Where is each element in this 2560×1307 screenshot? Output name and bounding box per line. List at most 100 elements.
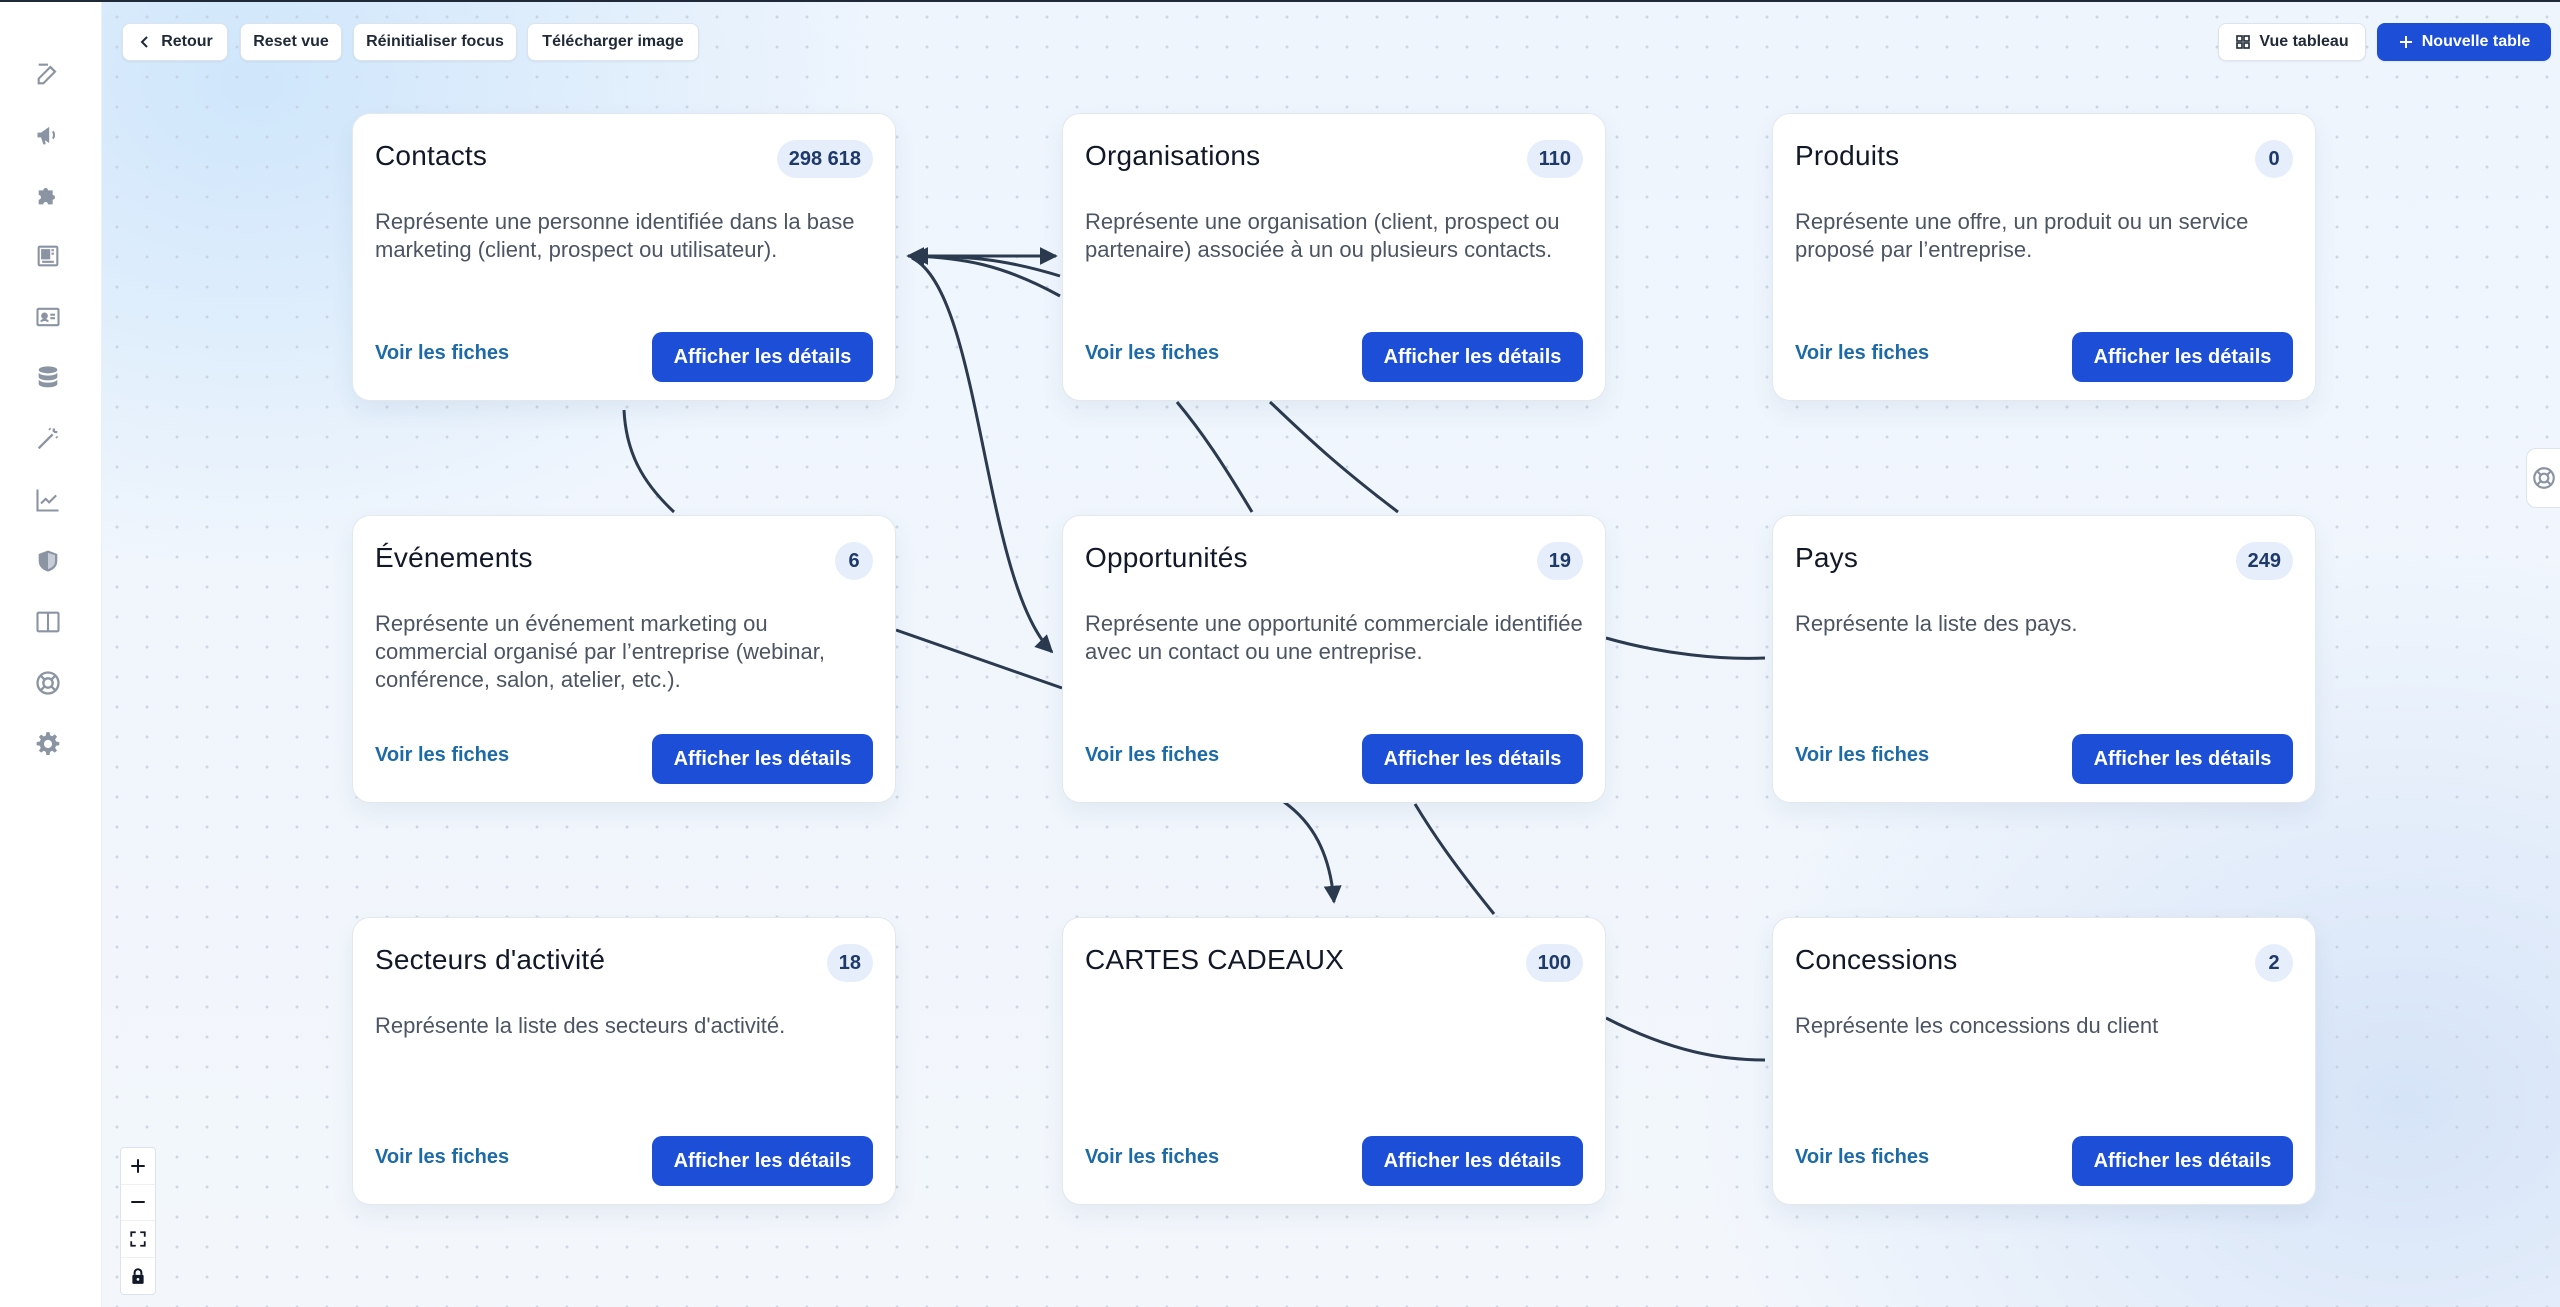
record-count-badge: 298 618: [776, 140, 873, 178]
schema-canvas[interactable]: Retour Reset vue Réinitialiser focus Tél…: [102, 2, 2560, 1307]
view-records-link[interactable]: Voir les fiches: [1795, 342, 1929, 365]
card-concessions[interactable]: Concessions 2 Représente les concessions…: [1772, 917, 2316, 1205]
view-records-link[interactable]: Voir les fiches: [375, 744, 509, 767]
card-description: Représente une opportunité commerciale i…: [1085, 611, 1583, 664]
help-tab[interactable]: [2526, 448, 2560, 508]
view-records-link[interactable]: Voir les fiches: [1795, 1146, 1929, 1169]
edge-cartes-concessions: [1605, 1016, 1766, 1062]
edge-organisations-contacts-b: [913, 254, 1061, 298]
show-details-button[interactable]: Afficher les détails: [652, 734, 873, 784]
edit-icon[interactable]: [32, 58, 64, 90]
edge-opportunites-concessions-a: [1413, 803, 1496, 915]
gear-icon[interactable]: [32, 728, 64, 760]
sidebar: [0, 2, 102, 1307]
table-view-button[interactable]: Vue tableau: [2218, 23, 2366, 61]
record-count-badge: 19: [1536, 542, 1583, 580]
database-icon[interactable]: [32, 362, 64, 394]
card-title: Contacts: [375, 140, 488, 171]
card-title: Opportunités: [1085, 542, 1248, 573]
lock-icon: [132, 1268, 144, 1284]
lifebuoy-icon[interactable]: [32, 667, 64, 699]
reset-view-label: Reset vue: [253, 33, 329, 50]
card-evenements[interactable]: Événements 6 Représente un événement mar…: [352, 515, 896, 803]
new-table-label: Nouvelle table: [2421, 33, 2531, 50]
zoom-in-button[interactable]: [121, 1148, 155, 1185]
show-details-button[interactable]: Afficher les détails: [2072, 1136, 2293, 1186]
back-button-label: Retour: [161, 33, 213, 50]
megaphone-icon[interactable]: [32, 119, 64, 151]
view-records-link[interactable]: Voir les fiches: [375, 342, 509, 365]
card-cartes-cadeaux[interactable]: CARTES CADEAUX 100 Voir les fiches Affic…: [1062, 917, 1606, 1205]
table-view-label: Vue tableau: [2259, 33, 2349, 50]
card-description: Représente une personne identifiée dans …: [375, 209, 855, 262]
new-table-button[interactable]: Nouvelle table: [2377, 23, 2551, 61]
edge-contacts-evenements: [622, 409, 676, 514]
magic-wand-icon[interactable]: [32, 423, 64, 455]
show-details-button[interactable]: Afficher les détails: [1362, 1136, 1583, 1186]
card-secteurs-activite[interactable]: Secteurs d'activité 18 Représente la lis…: [352, 917, 896, 1205]
card-pays[interactable]: Pays 249 Représente la liste des pays. V…: [1772, 515, 2316, 803]
show-details-button[interactable]: Afficher les détails: [1362, 734, 1583, 784]
chevron-left-icon: [140, 36, 148, 48]
view-records-link[interactable]: Voir les fiches: [1085, 342, 1219, 365]
fullscreen-icon: [130, 1231, 146, 1247]
back-button[interactable]: Retour: [122, 23, 228, 61]
show-details-button[interactable]: Afficher les détails: [1362, 332, 1583, 382]
card-title: Événements: [375, 542, 533, 573]
card-title: Pays: [1795, 542, 1859, 573]
record-count-badge: 100: [1525, 944, 1583, 982]
plus-icon: [2399, 36, 2412, 48]
card-title: CARTES CADEAUX: [1085, 944, 1345, 975]
lifebuoy-icon: [2532, 467, 2555, 489]
card-organisations[interactable]: Organisations 110 Représente une organis…: [1062, 113, 1606, 401]
show-details-button[interactable]: Afficher les détails: [2072, 734, 2293, 784]
record-count-badge: 0: [2255, 140, 2293, 178]
card-description: Représente la liste des secteurs d'activ…: [375, 1013, 786, 1038]
card-description: Représente la liste des pays.: [1795, 611, 2078, 636]
card-contacts[interactable]: Contacts 298 618 Représente une personne…: [352, 113, 896, 401]
layout-icon[interactable]: [32, 240, 64, 272]
download-image-button[interactable]: Télécharger image: [527, 23, 699, 61]
chart-line-icon[interactable]: [32, 484, 64, 516]
plus-icon: [131, 1159, 145, 1173]
reset-focus-button[interactable]: Réinitialiser focus: [353, 23, 517, 61]
card-description: Représente les concessions du client: [1795, 1013, 2159, 1038]
show-details-button[interactable]: Afficher les détails: [652, 1136, 873, 1186]
record-count-badge: 110: [1526, 140, 1583, 178]
edge-opportunites-cartes: [1283, 800, 1342, 904]
view-records-link[interactable]: Voir les fiches: [1085, 744, 1219, 767]
contact-card-icon[interactable]: [32, 301, 64, 333]
record-count-badge: 6: [835, 542, 873, 580]
record-count-badge: 249: [2235, 542, 2293, 580]
card-description: Représente une organisation (client, pro…: [1085, 209, 1560, 262]
show-details-button[interactable]: Afficher les détails: [2072, 332, 2293, 382]
puzzle-icon[interactable]: [32, 179, 64, 211]
edge-opportunites-pays: [1605, 636, 1766, 660]
card-title: Produits: [1795, 140, 1900, 171]
record-count-badge: 2: [2255, 944, 2293, 982]
zoom-out-button[interactable]: [121, 1185, 155, 1221]
edge-organisations-opportunites-b: [1268, 400, 1399, 514]
edge-organisations-opportunites-a: [1175, 401, 1254, 513]
reset-view-button[interactable]: Reset vue: [240, 23, 342, 61]
show-details-button[interactable]: Afficher les détails: [652, 332, 873, 382]
fit-view-button[interactable]: [121, 1221, 155, 1258]
view-records-link[interactable]: Voir les fiches: [1085, 1146, 1219, 1169]
edge-evenements-opportunites: [895, 628, 1063, 690]
card-description: Représente un événement marketing ou com…: [375, 611, 825, 692]
view-records-link[interactable]: Voir les fiches: [1795, 744, 1929, 767]
reset-focus-label: Réinitialiser focus: [366, 33, 504, 50]
record-count-badge: 18: [826, 944, 873, 982]
card-description: Représente une offre, un produit ou un s…: [1795, 209, 2249, 262]
card-opportunites[interactable]: Opportunités 19 Représente une opportuni…: [1062, 515, 1606, 803]
card-title: Organisations: [1085, 140, 1261, 171]
lock-button[interactable]: [121, 1258, 155, 1294]
card-title: Secteurs d'activité: [375, 944, 606, 975]
shield-icon[interactable]: [32, 545, 64, 577]
edge-contacts-opportunites: [911, 256, 1054, 654]
grid-icon: [2236, 35, 2251, 49]
columns-icon[interactable]: [32, 606, 64, 638]
card-produits[interactable]: Produits 0 Représente une offre, un prod…: [1772, 113, 2316, 401]
view-records-link[interactable]: Voir les fiches: [375, 1146, 509, 1169]
minus-icon: [131, 1201, 145, 1204]
